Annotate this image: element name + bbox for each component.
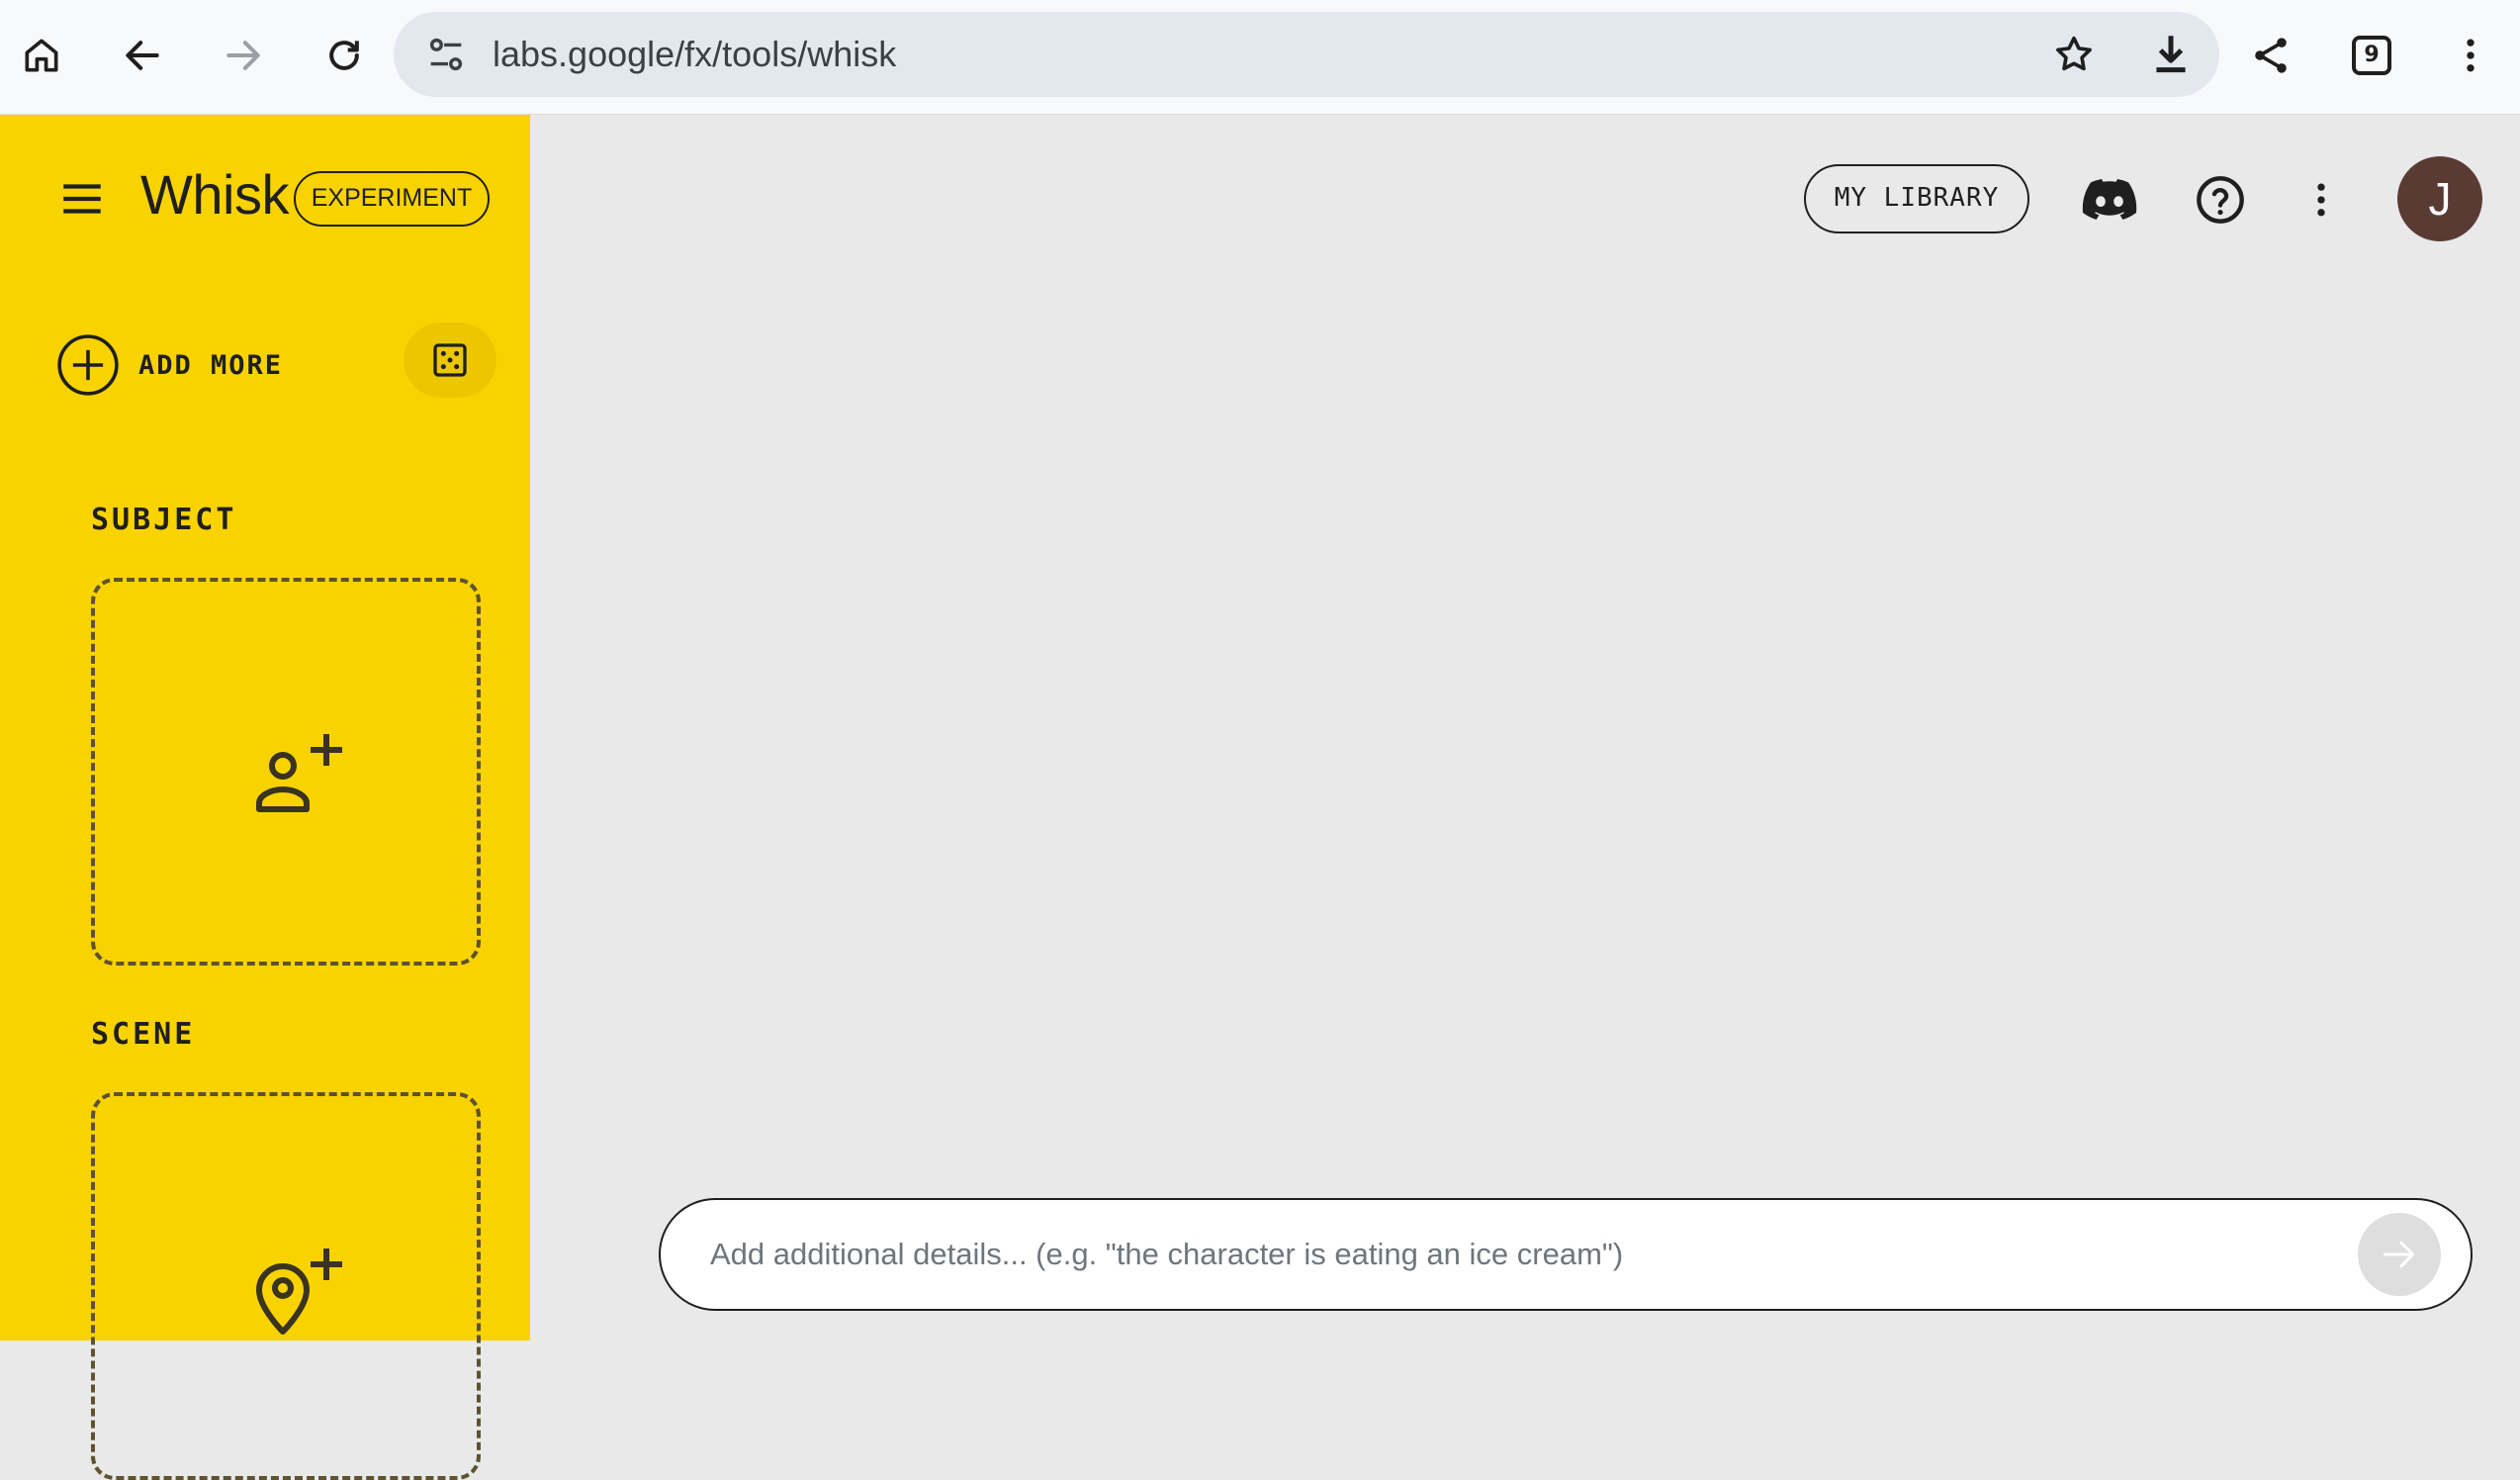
- bookmark-star-icon[interactable]: [2051, 32, 2097, 77]
- browser-menu-button[interactable]: [2437, 22, 2504, 89]
- home-button[interactable]: [8, 22, 75, 89]
- scene-heading: SCENE: [91, 1017, 196, 1052]
- url-text[interactable]: labs.google/fx/tools/whisk: [493, 12, 896, 97]
- scene-dropzone[interactable]: [91, 1092, 481, 1480]
- download-icon[interactable]: [2146, 30, 2196, 79]
- main-canvas: MY LIBRARY J: [530, 115, 2520, 1341]
- submit-button[interactable]: [2358, 1213, 2441, 1296]
- arrow-right-icon: [226, 41, 260, 70]
- reload-button[interactable]: [311, 22, 378, 89]
- share-button[interactable]: [2237, 22, 2304, 89]
- tab-count-button[interactable]: 9: [2352, 36, 2391, 75]
- person-add-icon: [256, 734, 342, 812]
- user-avatar[interactable]: J: [2397, 156, 2482, 241]
- site-settings-icon[interactable]: [423, 32, 469, 77]
- home-icon: [25, 39, 58, 72]
- arrow-right-icon: [2383, 1241, 2415, 1268]
- arrow-left-icon: [126, 41, 159, 70]
- browser-toolbar: labs.google/fx/tools/whisk 9: [0, 0, 2520, 115]
- experiment-badge: EXPERIMENT: [294, 171, 490, 227]
- help-icon: [2197, 176, 2244, 224]
- discord-icon: [2082, 179, 2137, 220]
- hamburger-menu-icon[interactable]: [57, 174, 107, 224]
- dice-icon: [433, 343, 467, 377]
- subject-dropzone[interactable]: [91, 578, 481, 966]
- add-more-label: ADD MORE: [138, 349, 284, 381]
- discord-button[interactable]: [2081, 171, 2138, 229]
- forward-button[interactable]: [210, 22, 277, 89]
- randomize-button[interactable]: [404, 323, 496, 398]
- subject-heading: SUBJECT: [91, 503, 237, 537]
- app-title: Whisk: [140, 163, 289, 226]
- more-vert-icon: [2467, 39, 2475, 72]
- add-more-button[interactable]: ADD MORE: [55, 332, 283, 398]
- reload-icon: [329, 41, 359, 70]
- share-icon: [2255, 38, 2287, 73]
- prompt-input[interactable]: [710, 1200, 2194, 1308]
- back-button[interactable]: [109, 22, 176, 89]
- location-add-icon: [256, 1249, 342, 1335]
- help-button[interactable]: [2192, 171, 2249, 229]
- more-vert-icon: [2317, 183, 2325, 217]
- add-circle-icon: [57, 334, 119, 396]
- prompt-bar: [659, 1198, 2473, 1311]
- my-library-button[interactable]: MY LIBRARY: [1804, 164, 2029, 233]
- more-options-button[interactable]: [2293, 171, 2350, 229]
- address-bar[interactable]: labs.google/fx/tools/whisk: [394, 12, 2219, 97]
- sidebar: Whisk EXPERIMENT ADD MORE SUBJECT SCENE: [0, 115, 530, 1480]
